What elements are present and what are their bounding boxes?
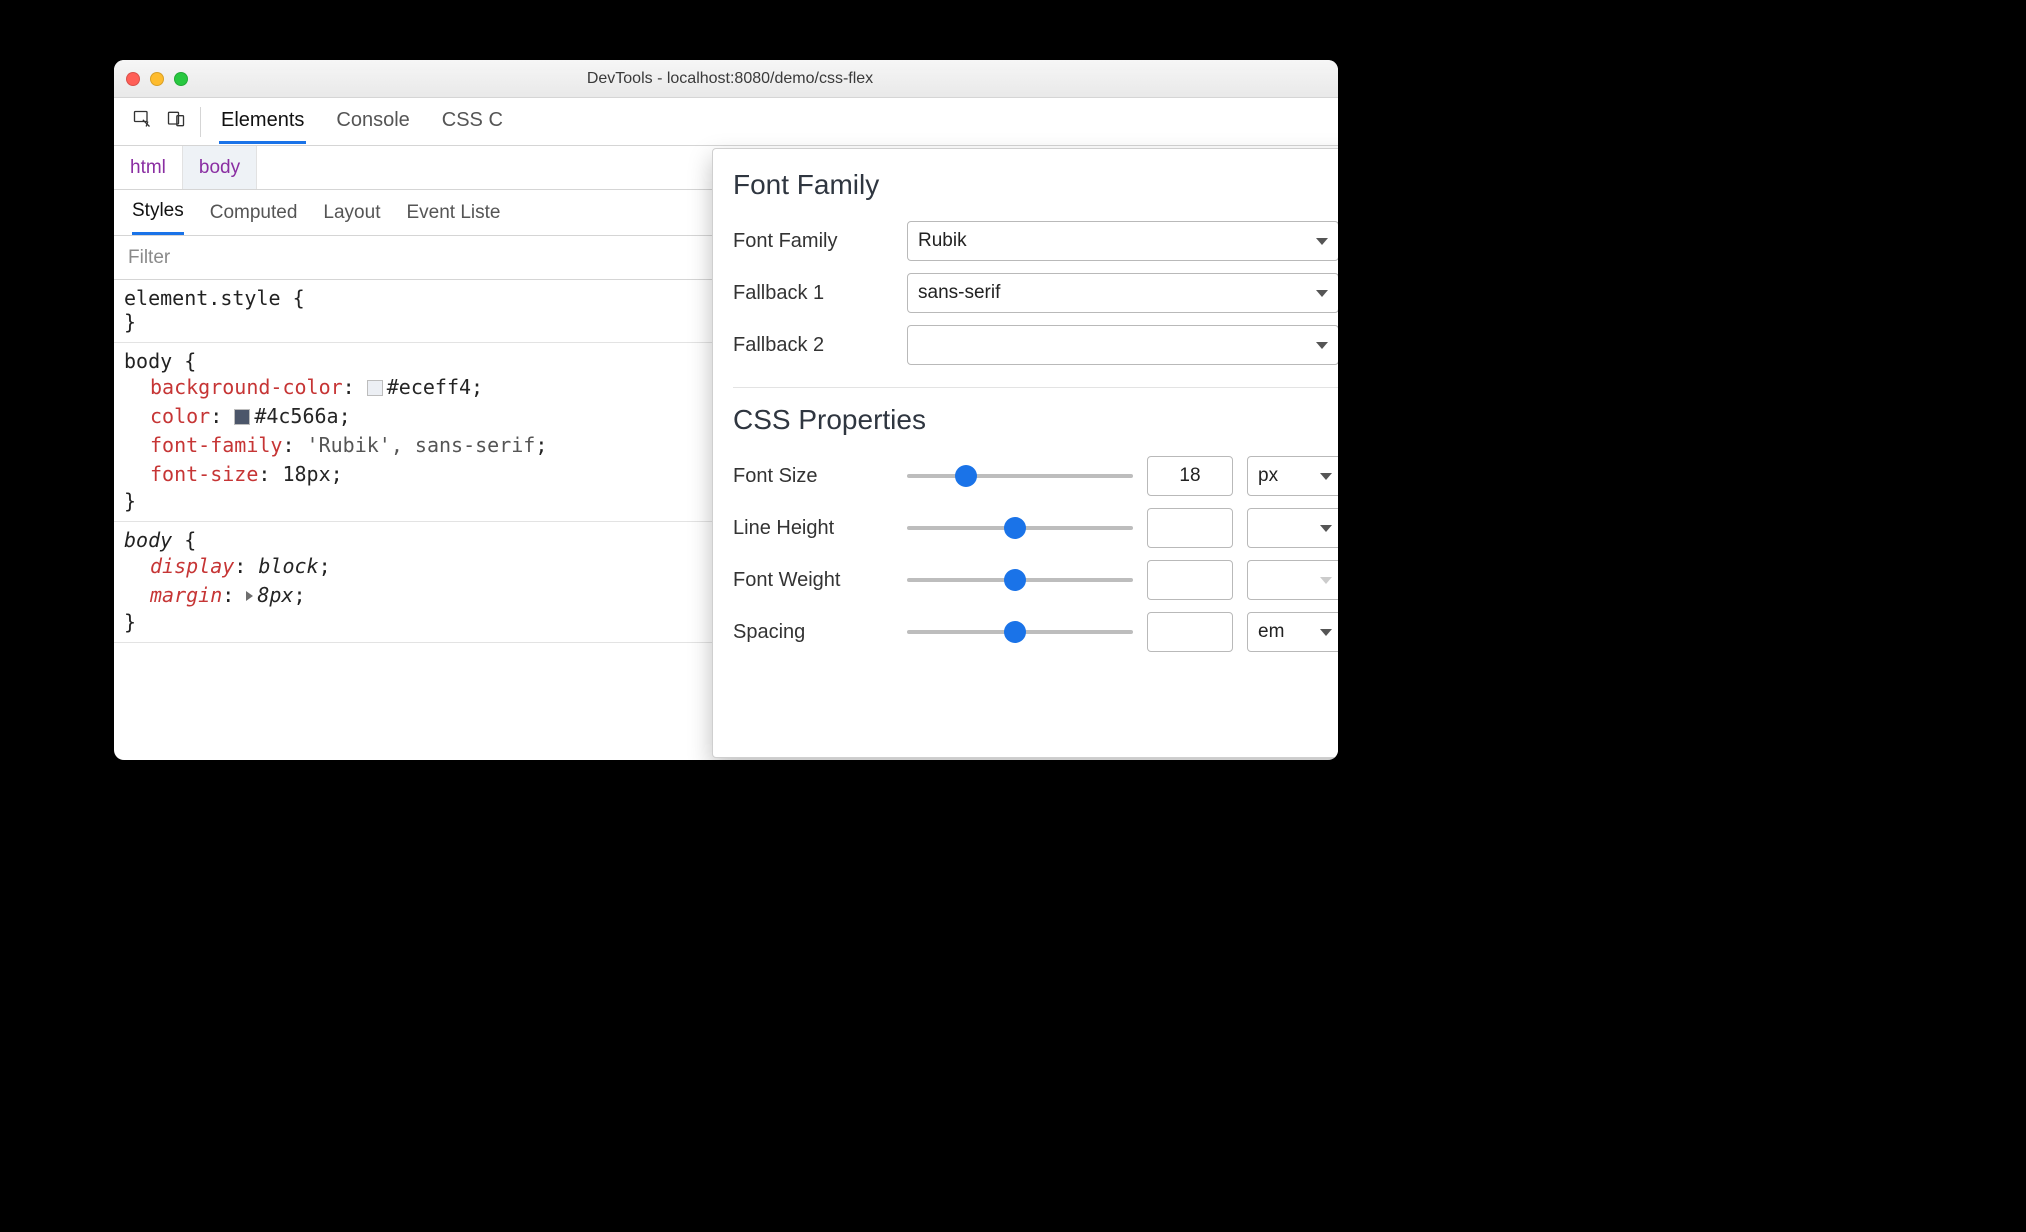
select-value: Rubik [918, 230, 967, 252]
property-value: 8px [257, 583, 293, 607]
line-height-input[interactable] [1147, 508, 1233, 548]
tab-elements[interactable]: Elements [219, 99, 306, 144]
property-value: 'Rubik', sans-serif [307, 433, 536, 457]
font-size-input[interactable]: 18 [1147, 456, 1233, 496]
font-weight-slider[interactable] [907, 568, 1133, 592]
select-value: px [1258, 465, 1278, 487]
select-value: sans-serif [918, 282, 1000, 304]
spacing-unit-select[interactable]: em [1247, 612, 1338, 652]
property-name: display [150, 554, 234, 578]
property-value: block [258, 554, 318, 578]
color-swatch-icon[interactable] [367, 380, 383, 396]
chevron-down-icon [1316, 342, 1328, 349]
section-title-font-family: Font Family [733, 169, 1338, 201]
breadcrumb-item-body[interactable]: body [183, 146, 257, 189]
fallback-2-row: Fallback 2 [733, 319, 1338, 371]
toolbar: Elements Console CSS C [114, 98, 1338, 146]
close-icon[interactable] [126, 72, 140, 86]
property-name: font-family [150, 433, 282, 457]
color-swatch-icon[interactable] [234, 409, 250, 425]
titlebar: DevTools - localhost:8080/demo/css-flex [114, 60, 1338, 98]
chevron-down-icon [1316, 290, 1328, 297]
chevron-down-icon [1316, 238, 1328, 245]
chevron-down-icon [1320, 629, 1332, 636]
row-label: Font Weight [733, 569, 893, 592]
subtab-computed[interactable]: Computed [210, 192, 298, 234]
expand-icon[interactable] [246, 591, 253, 601]
device-toggle-icon[interactable] [166, 109, 186, 134]
selector-label: body [124, 349, 172, 373]
subtab-layout[interactable]: Layout [323, 192, 380, 234]
property-value: 18px [282, 462, 330, 486]
font-size-unit-select[interactable]: px [1247, 456, 1338, 496]
fallback-2-select[interactable] [907, 325, 1338, 365]
row-label: Fallback 1 [733, 282, 893, 305]
property-name: font-size [150, 462, 258, 486]
zoom-icon[interactable] [174, 72, 188, 86]
selector-label: body [124, 528, 172, 552]
fallback-1-select[interactable]: sans-serif [907, 273, 1338, 313]
tab-console[interactable]: Console [334, 99, 411, 144]
spacing-input[interactable] [1147, 612, 1233, 652]
property-name: margin [150, 583, 222, 607]
subtab-event-listeners[interactable]: Event Liste [406, 192, 500, 234]
devtools-window: DevTools - localhost:8080/demo/css-flex … [114, 60, 1338, 760]
row-label: Line Height [733, 517, 893, 540]
font-weight-row: Font Weight [733, 554, 1338, 606]
font-size-row: Font Size 18 px [733, 450, 1338, 502]
property-value: #eceff4 [387, 375, 471, 399]
minimize-icon[interactable] [150, 72, 164, 86]
inspect-icon[interactable] [132, 109, 152, 134]
row-label: Fallback 2 [733, 334, 893, 357]
row-label: Font Family [733, 230, 893, 253]
font-size-slider[interactable] [907, 464, 1133, 488]
chevron-down-icon [1320, 577, 1332, 584]
font-weight-input[interactable] [1147, 560, 1233, 600]
font-editor-popover: Font Family Font Family Rubik Fallback 1… [712, 148, 1338, 758]
select-value: em [1258, 621, 1284, 643]
spacing-row: Spacing em [733, 606, 1338, 658]
line-height-slider[interactable] [907, 516, 1133, 540]
spacing-slider[interactable] [907, 620, 1133, 644]
section-title-css-properties: CSS Properties [733, 404, 1338, 436]
chevron-down-icon [1320, 525, 1332, 532]
property-value: #4c566a [254, 404, 338, 428]
line-height-unit-select[interactable] [1247, 508, 1338, 548]
line-height-row: Line Height [733, 502, 1338, 554]
tab-css[interactable]: CSS C [440, 99, 505, 144]
property-name: color [150, 404, 210, 428]
row-label: Font Size [733, 465, 893, 488]
fallback-1-row: Fallback 1 sans-serif [733, 267, 1338, 319]
font-weight-unit-select[interactable] [1247, 560, 1338, 600]
chevron-down-icon [1320, 473, 1332, 480]
row-label: Spacing [733, 621, 893, 644]
breadcrumb-item-html[interactable]: html [114, 146, 183, 189]
selector-label: element.style [124, 286, 281, 310]
subtab-styles[interactable]: Styles [132, 190, 184, 235]
window-title: DevTools - localhost:8080/demo/css-flex [188, 70, 1272, 88]
property-name: background-color [150, 375, 343, 399]
font-family-row: Font Family Rubik [733, 215, 1338, 267]
font-family-select[interactable]: Rubik [907, 221, 1338, 261]
